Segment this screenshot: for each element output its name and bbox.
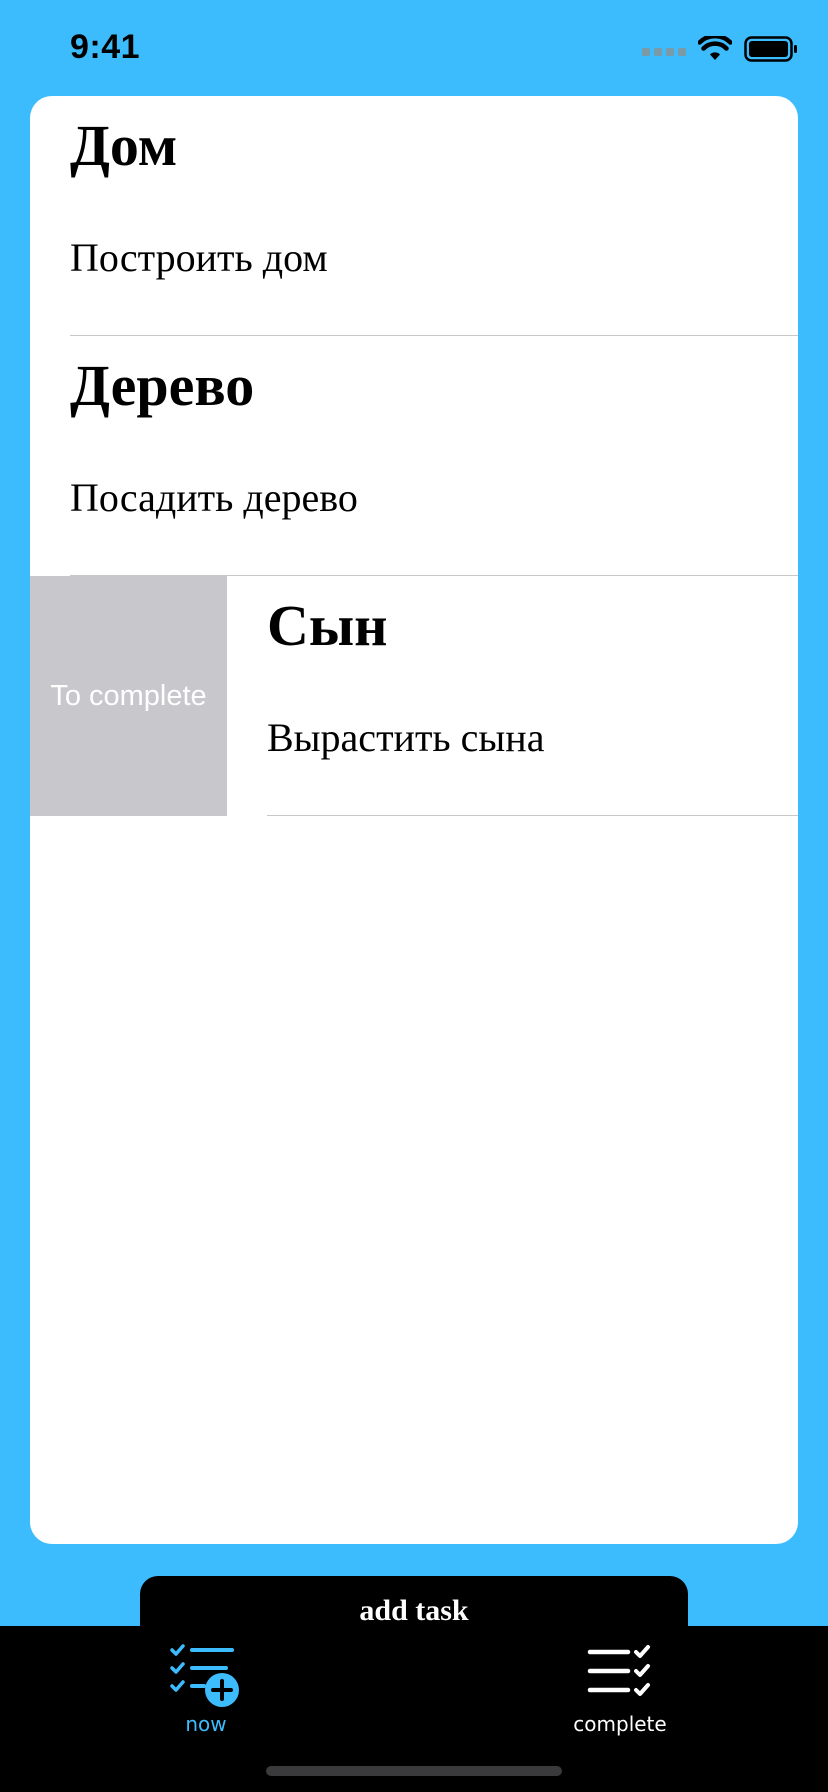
status-time: 9:41 [70, 28, 141, 66]
wifi-icon [698, 36, 732, 60]
task-row[interactable]: Дом Построить дом [30, 96, 798, 336]
task-subtitle: Посадить дерево [70, 475, 358, 520]
row-separator [267, 815, 798, 816]
task-title: Сын [267, 593, 388, 658]
task-title: Дом [70, 113, 178, 178]
checklist-done-icon [587, 1645, 650, 1696]
task-title: Дерево [70, 353, 255, 418]
tab-now-label: now [185, 1712, 227, 1736]
tab-complete[interactable]: complete [520, 1626, 720, 1746]
tab-now[interactable]: now [106, 1626, 306, 1746]
to-complete-button[interactable]: To complete [30, 576, 227, 816]
task-row-content: Сын Вырастить сына [267, 576, 798, 816]
task-list: Дом Построить дом Дерево Посадить дерево… [30, 96, 798, 1544]
battery-icon [744, 36, 797, 62]
status-icons [642, 36, 798, 62]
home-indicator [266, 1766, 562, 1776]
task-subtitle: Построить дом [70, 235, 328, 280]
tab-complete-label: complete [573, 1712, 667, 1736]
task-row-content: Дом Построить дом [70, 96, 798, 336]
task-row-content: Дерево Посадить дерево [70, 336, 798, 576]
task-row-swiped[interactable]: To complete Сын Вырастить сына [30, 576, 798, 816]
task-row[interactable]: Дерево Посадить дерево [30, 336, 798, 576]
checklist-add-icon [170, 1644, 239, 1707]
status-bar: 9:41 [0, 0, 828, 96]
signal-icon [642, 48, 686, 56]
task-subtitle: Вырастить сына [267, 715, 545, 760]
